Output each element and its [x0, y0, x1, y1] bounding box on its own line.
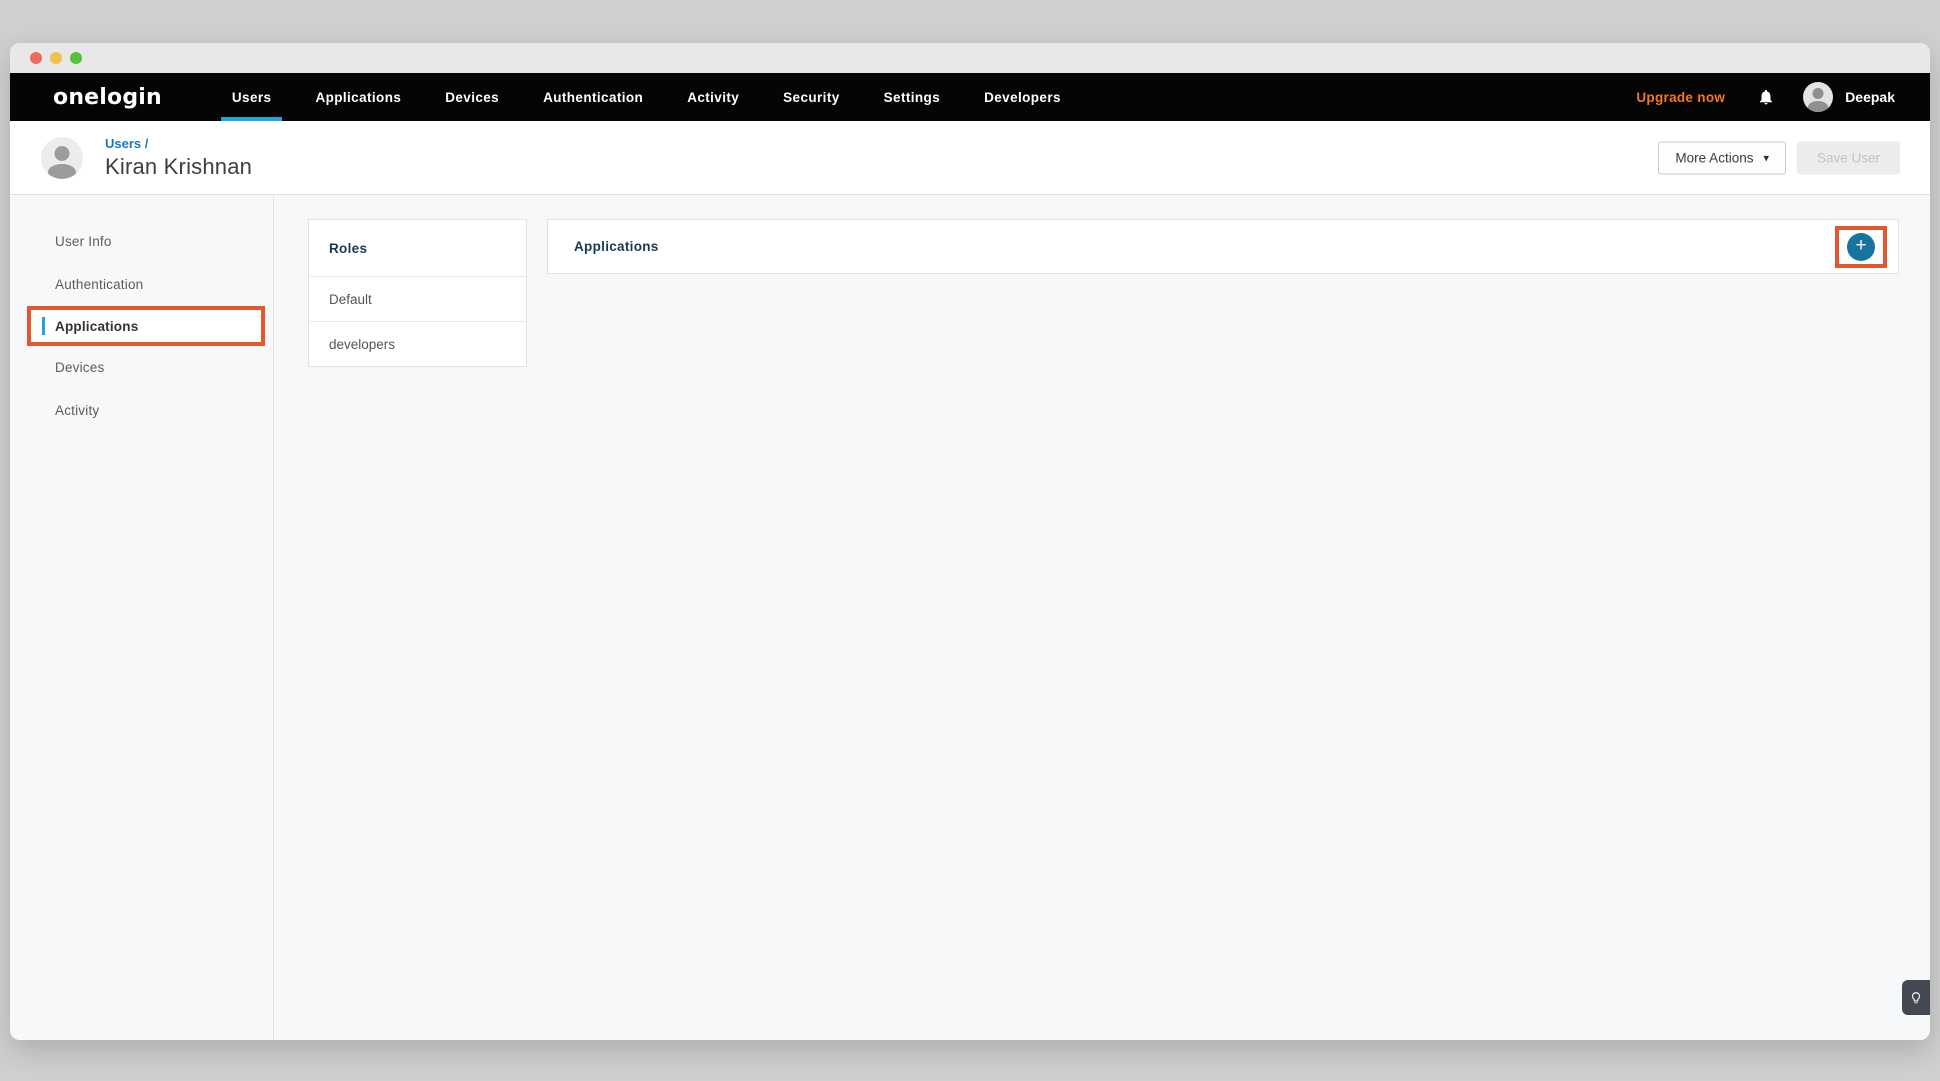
nav-item-security[interactable]: Security — [769, 73, 853, 121]
avatar-body-shape — [48, 164, 76, 179]
user-section-sidebar: User Info Authentication Applications De… — [10, 195, 274, 1040]
top-navigation-bar: onelogin Users Applications Devices Auth… — [10, 73, 1930, 121]
highlight-annotation: + — [1835, 226, 1887, 268]
breadcrumb[interactable]: Users / — [105, 136, 252, 151]
role-row-developers[interactable]: developers — [309, 321, 526, 366]
title-block: Users / Kiran Krishnan — [105, 136, 252, 180]
sidebar-item-label: Applications — [55, 319, 138, 334]
account-name[interactable]: Deepak — [1845, 89, 1895, 105]
maximize-window-button[interactable] — [70, 52, 82, 64]
content-area: User Info Authentication Applications De… — [10, 195, 1930, 1040]
app-window: onelogin Users Applications Devices Auth… — [10, 43, 1930, 1040]
add-application-button[interactable]: + — [1847, 233, 1875, 261]
applications-panel: Applications + — [547, 219, 1899, 274]
nav-item-devices[interactable]: Devices — [431, 73, 513, 121]
avatar-head-shape — [1813, 88, 1824, 99]
main-panel-area: Roles Default developers Applications + — [274, 195, 1930, 1040]
window-titlebar — [10, 43, 1930, 73]
notifications-bell-icon[interactable] — [1757, 88, 1775, 106]
minimize-window-button[interactable] — [50, 52, 62, 64]
page-header: Users / Kiran Krishnan More Actions ▾ Sa… — [10, 121, 1930, 195]
onelogin-logo[interactable]: onelogin — [53, 73, 162, 121]
sidebar-item-activity[interactable]: Activity — [10, 389, 273, 432]
page-title: Kiran Krishnan — [105, 154, 252, 180]
nav-item-activity[interactable]: Activity — [673, 73, 753, 121]
nav-item-authentication[interactable]: Authentication — [529, 73, 657, 121]
save-user-button[interactable]: Save User — [1797, 141, 1900, 174]
avatar-head-shape — [55, 146, 70, 161]
sidebar-item-authentication[interactable]: Authentication — [10, 263, 273, 306]
nav-right-cluster: Upgrade now Deepak — [1636, 73, 1895, 121]
chevron-down-icon: ▾ — [1763, 151, 1769, 164]
primary-nav: Users Applications Devices Authenticatio… — [218, 73, 1091, 121]
nav-item-applications[interactable]: Applications — [301, 73, 415, 121]
applications-panel-title: Applications — [548, 220, 659, 273]
nav-item-users[interactable]: Users — [218, 73, 286, 121]
nav-item-developers[interactable]: Developers — [970, 73, 1075, 121]
avatar-body-shape — [1808, 101, 1828, 112]
close-window-button[interactable] — [30, 52, 42, 64]
sidebar-item-user-info[interactable]: User Info — [10, 220, 273, 263]
highlight-annotation: Applications — [27, 306, 265, 346]
more-actions-button[interactable]: More Actions ▾ — [1658, 141, 1786, 174]
active-indicator-bar — [42, 317, 45, 335]
nav-item-settings[interactable]: Settings — [870, 73, 954, 121]
sidebar-item-applications[interactable]: Applications — [31, 310, 261, 342]
account-avatar[interactable] — [1803, 82, 1833, 112]
role-row-default[interactable]: Default — [309, 276, 526, 321]
header-actions: More Actions ▾ Save User — [1658, 141, 1900, 174]
help-lightbulb-tab[interactable] — [1902, 980, 1930, 1015]
roles-panel: Roles Default developers — [308, 219, 527, 367]
upgrade-now-link[interactable]: Upgrade now — [1636, 90, 1725, 105]
lightbulb-icon — [1909, 991, 1923, 1005]
roles-panel-title: Roles — [309, 220, 526, 276]
user-avatar — [41, 137, 83, 179]
sidebar-item-devices[interactable]: Devices — [10, 346, 273, 389]
more-actions-label: More Actions — [1675, 150, 1753, 165]
